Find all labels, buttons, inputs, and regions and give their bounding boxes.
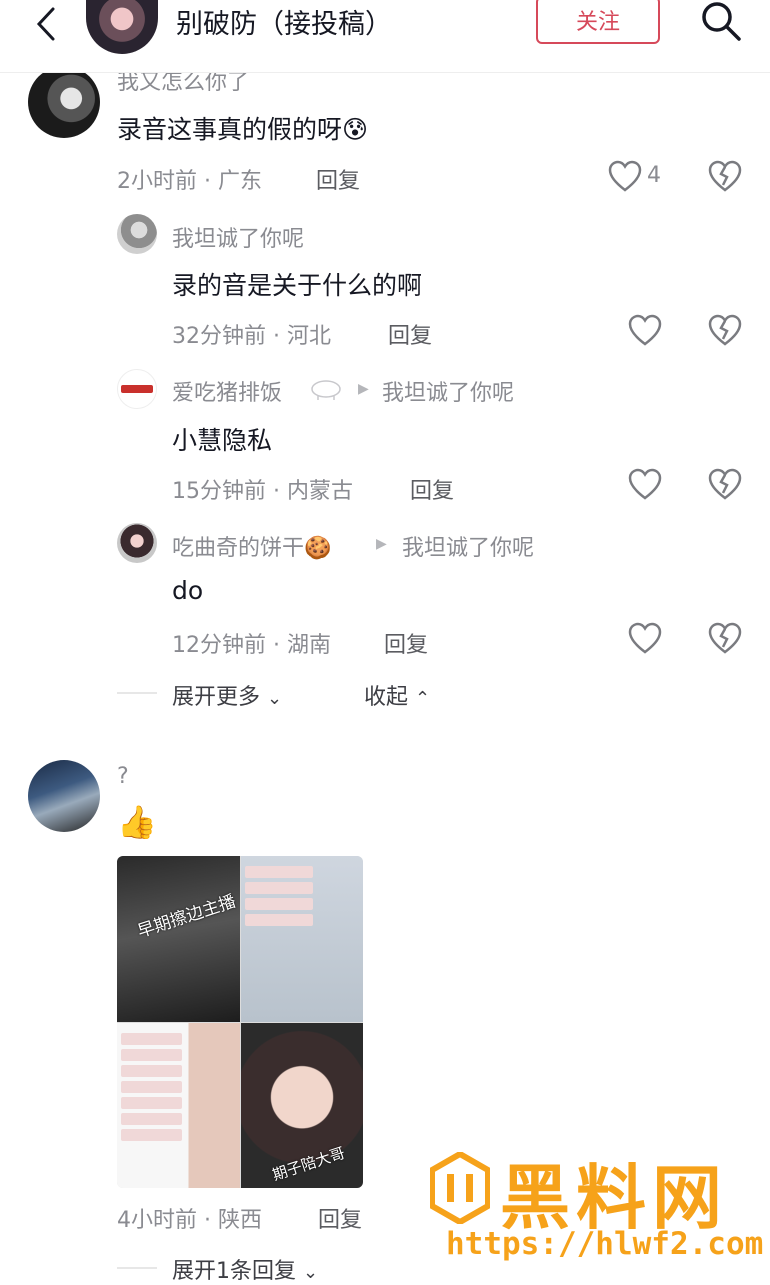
reply-to-arrow-icon: ▶ bbox=[376, 536, 387, 552]
image-tile: 早期擦边主播 bbox=[117, 856, 240, 1022]
broken-heart-icon[interactable] bbox=[708, 622, 742, 656]
comment-text: 小慧隐私 bbox=[172, 426, 273, 455]
comment-meta: 2小时前 · 广东 bbox=[117, 169, 262, 194]
pig-badge-icon bbox=[311, 380, 341, 400]
commenter-name[interactable]: 吃曲奇的饼干🍪 bbox=[172, 530, 331, 562]
watermark-url: https://hlwf2.com bbox=[446, 1226, 764, 1262]
avatar[interactable] bbox=[117, 369, 157, 409]
commenter-name[interactable]: 爱吃猪排饭 bbox=[172, 375, 282, 407]
page-title: 别破防（接投稿） bbox=[176, 9, 392, 40]
watermark-logo-icon bbox=[430, 1152, 490, 1224]
divider bbox=[117, 692, 157, 694]
back-button[interactable] bbox=[26, 4, 66, 44]
avatar-badge bbox=[121, 385, 153, 393]
heart-icon[interactable] bbox=[608, 160, 642, 194]
expand-more-label: 展开更多 bbox=[172, 685, 261, 710]
avatar[interactable] bbox=[28, 760, 100, 832]
comment-text: 录音这事真的假的呀😰 bbox=[117, 115, 369, 144]
comment-emoji: 👍 bbox=[117, 803, 157, 841]
image-tile bbox=[240, 856, 363, 1022]
author-avatar[interactable] bbox=[86, 0, 158, 54]
expand-replies-button[interactable]: 展开1条回复 ⌄ bbox=[172, 1253, 318, 1285]
commenter-name[interactable]: ? bbox=[117, 764, 129, 789]
comment-meta: 4小时前 · 陕西 bbox=[117, 1208, 262, 1233]
search-icon bbox=[702, 2, 741, 41]
avatar[interactable] bbox=[117, 214, 157, 254]
reply-button[interactable]: 回复 bbox=[410, 473, 454, 505]
chevron-down-icon: ⌄ bbox=[267, 688, 283, 709]
collapse-button[interactable]: 收起 ⌃ bbox=[364, 679, 430, 711]
avatar[interactable] bbox=[28, 66, 100, 138]
search-button[interactable] bbox=[698, 0, 744, 44]
reply-to-name[interactable]: 我坦诚了你呢 bbox=[402, 530, 534, 562]
chevron-up-icon: ⌃ bbox=[415, 688, 431, 709]
chevron-left-icon bbox=[36, 7, 55, 41]
top-bar: 别破防（接投稿） 关注 bbox=[0, 0, 770, 73]
expand-more-button[interactable]: 展开更多 ⌄ bbox=[172, 679, 282, 711]
image-tile bbox=[117, 1022, 240, 1188]
commenter-name[interactable]: 我坦诚了你呢 bbox=[172, 221, 304, 253]
reply-to-arrow-icon: ▶ bbox=[358, 381, 369, 397]
reply-button[interactable]: 回复 bbox=[316, 163, 360, 195]
broken-heart-icon[interactable] bbox=[708, 468, 742, 502]
follow-button[interactable]: 关注 bbox=[536, 0, 660, 44]
expand-replies-label: 展开1条回复 bbox=[172, 1259, 296, 1284]
like-count: 4 bbox=[647, 163, 661, 188]
image-caption: 早期擦边主播 bbox=[135, 891, 239, 943]
comment-meta: 32分钟前 · 河北 bbox=[172, 324, 331, 349]
image-caption: 期子陪大哥 bbox=[269, 1143, 347, 1184]
avatar[interactable] bbox=[117, 523, 157, 563]
comment-meta: 12分钟前 · 湖南 bbox=[172, 633, 331, 658]
comment-text: do bbox=[172, 576, 204, 605]
collapse-label: 收起 bbox=[364, 685, 409, 710]
image-tile: 期子陪大哥 bbox=[240, 1022, 363, 1188]
broken-heart-icon[interactable] bbox=[708, 160, 742, 194]
heart-icon[interactable] bbox=[628, 622, 662, 656]
heart-icon[interactable] bbox=[628, 314, 662, 348]
divider bbox=[117, 1267, 157, 1269]
reply-to-name[interactable]: 我坦诚了你呢 bbox=[382, 375, 514, 407]
heart-icon[interactable] bbox=[628, 468, 662, 502]
reply-button[interactable]: 回复 bbox=[384, 627, 428, 659]
reply-button[interactable]: 回复 bbox=[388, 318, 432, 350]
broken-heart-icon[interactable] bbox=[708, 314, 742, 348]
reply-button[interactable]: 回复 bbox=[318, 1202, 362, 1234]
comment-image[interactable]: 早期擦边主播 期子陪大哥 bbox=[117, 856, 363, 1188]
comment-text: 录的音是关于什么的啊 bbox=[172, 271, 423, 300]
comment-meta: 15分钟前 · 内蒙古 bbox=[172, 479, 353, 504]
